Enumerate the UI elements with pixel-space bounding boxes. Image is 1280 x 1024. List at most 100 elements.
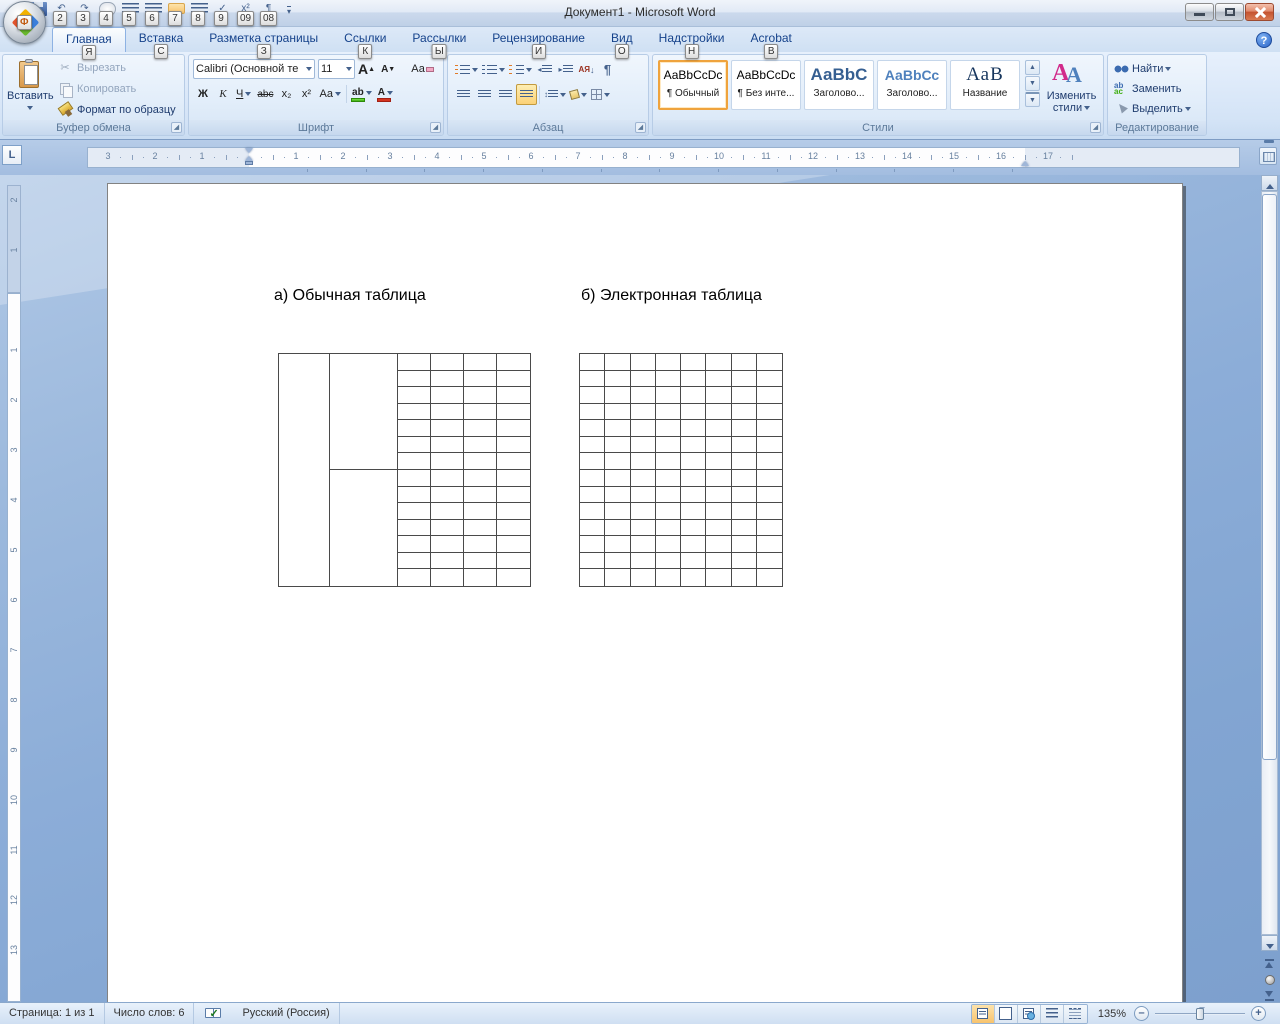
font-name-arrow[interactable] — [306, 67, 312, 71]
close-button[interactable] — [1245, 3, 1274, 21]
table-cell[interactable] — [497, 404, 530, 421]
zoom-slider[interactable] — [1155, 1006, 1245, 1021]
table-cell[interactable] — [398, 469, 431, 487]
table-cell[interactable] — [463, 354, 498, 371]
table-cell[interactable] — [398, 403, 431, 421]
change-styles-button[interactable]: АА Изменить стили — [1042, 57, 1101, 118]
select-browse-object-button[interactable] — [1261, 972, 1278, 988]
table-cell[interactable] — [706, 354, 732, 371]
table-cell[interactable] — [731, 469, 757, 487]
font-dialog-launcher[interactable]: ◢ — [430, 122, 441, 133]
strikethrough-button[interactable]: abc — [254, 84, 276, 104]
qat-item-08[interactable]: ¶ 08 — [257, 1, 280, 27]
table-cell[interactable] — [681, 403, 707, 421]
table-cell[interactable] — [681, 519, 707, 537]
document-page[interactable]: а) Обычная таблица б) Электронная таблиц… — [107, 183, 1183, 1002]
table-cell[interactable] — [430, 370, 464, 388]
table-cell[interactable] — [398, 569, 431, 586]
underline-button[interactable]: Ч — [233, 84, 254, 104]
table-cell[interactable] — [706, 519, 732, 537]
select-button[interactable]: Выделить — [1110, 99, 1204, 119]
qat-item-9[interactable]: ✓ 9 — [211, 1, 234, 27]
table-cell[interactable] — [497, 536, 530, 553]
table-cell[interactable] — [463, 370, 498, 388]
table-cell[interactable] — [681, 569, 707, 586]
tab-review[interactable]: Рецензирование И — [479, 27, 598, 59]
table-cell[interactable] — [398, 536, 431, 553]
table-cell[interactable] — [430, 519, 464, 537]
paste-button[interactable]: Вставить — [6, 56, 54, 120]
font-color-arrow[interactable] — [386, 90, 393, 95]
table-cell[interactable] — [497, 520, 530, 537]
office-button[interactable]: Ф — [3, 1, 46, 44]
table-cell[interactable] — [630, 519, 656, 537]
zoom-in-button[interactable]: + — [1251, 1006, 1266, 1021]
table-cell[interactable] — [605, 420, 631, 437]
shading-button[interactable] — [568, 84, 589, 105]
highlight-arrow[interactable] — [365, 90, 372, 95]
table-cell[interactable] — [580, 354, 606, 371]
table-cell[interactable] — [630, 536, 656, 553]
table-cell[interactable] — [681, 453, 707, 470]
shrink-font-button[interactable]: А ▼ — [378, 59, 398, 79]
font-name-combo[interactable]: Calibri (Основной те — [193, 59, 315, 79]
table-cell[interactable] — [756, 536, 782, 553]
table-cell[interactable] — [430, 552, 464, 570]
table-cell[interactable] — [580, 436, 606, 454]
previous-page-button[interactable] — [1261, 956, 1278, 972]
table-cell[interactable] — [631, 569, 656, 586]
styles-dialog-launcher[interactable]: ◢ — [1090, 122, 1101, 133]
paragraph-dialog-launcher[interactable]: ◢ — [635, 122, 646, 133]
table-cell[interactable] — [605, 503, 631, 520]
regular-table[interactable] — [278, 353, 531, 587]
tab-insert[interactable]: Вставка С — [126, 27, 197, 59]
table-cell[interactable] — [756, 387, 782, 404]
table-cell[interactable] — [430, 453, 464, 470]
outline-button[interactable] — [1040, 1004, 1064, 1023]
table-cell[interactable] — [706, 552, 732, 570]
qat-item-7[interactable]: 7 — [165, 1, 188, 27]
table-cell[interactable] — [757, 569, 782, 586]
table-cell[interactable] — [605, 387, 631, 404]
table-cell[interactable] — [756, 420, 782, 437]
table-cell[interactable] — [431, 569, 464, 586]
table-cell[interactable] — [681, 354, 707, 371]
table-cell[interactable] — [580, 469, 606, 487]
table-cell[interactable] — [605, 370, 631, 388]
table-cell[interactable] — [630, 486, 656, 504]
caption-spreadsheet-table[interactable]: б) Электронная таблица — [581, 287, 762, 305]
table-cell[interactable] — [731, 436, 757, 454]
table-cell[interactable] — [398, 453, 431, 470]
print-layout-button[interactable] — [971, 1004, 995, 1023]
table-cell[interactable] — [580, 387, 606, 404]
tab-acrobat[interactable]: Acrobat В — [738, 27, 805, 59]
format-painter-button[interactable]: Формат по образцу — [55, 99, 181, 120]
text-highlight-button[interactable]: ab — [349, 84, 375, 104]
table-cell[interactable] — [463, 519, 498, 537]
table-cell[interactable] — [706, 387, 732, 404]
table-cell[interactable] — [463, 420, 498, 437]
vertical-ruler[interactable]: 2 1 1 2 3 4 5 6 7 8 9 10 11 12 13 — [7, 185, 21, 1002]
table-cell[interactable] — [463, 503, 498, 520]
copy-button[interactable]: Копировать — [55, 78, 181, 99]
table-cell[interactable] — [580, 503, 606, 520]
table-cell[interactable] — [756, 371, 782, 388]
change-case-arrow[interactable] — [335, 92, 342, 96]
table-cell[interactable] — [681, 420, 707, 437]
table-cell[interactable] — [655, 354, 681, 371]
table-cell[interactable] — [580, 519, 606, 537]
table-cell[interactable] — [655, 469, 681, 487]
table-cell[interactable] — [605, 569, 631, 586]
table-cell[interactable] — [706, 469, 732, 487]
table-cell[interactable] — [756, 470, 782, 487]
table-cell[interactable] — [398, 436, 431, 454]
styles-scroll-down-button[interactable]: ▼ — [1025, 76, 1040, 91]
draft-button[interactable] — [1063, 1004, 1087, 1023]
spreadsheet-table[interactable] — [579, 353, 783, 587]
table-cell[interactable] — [756, 503, 782, 520]
split-handle[interactable] — [1264, 140, 1274, 143]
tab-view[interactable]: Вид О — [598, 27, 646, 59]
table-cell[interactable] — [398, 519, 431, 537]
table-cell[interactable] — [756, 487, 782, 504]
tab-home[interactable]: Главная Я — [52, 27, 126, 60]
